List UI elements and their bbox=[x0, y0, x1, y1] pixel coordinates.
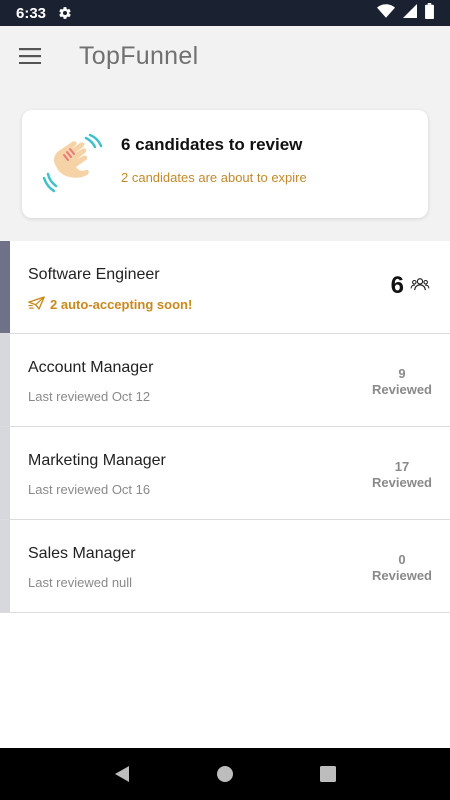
wifi-icon bbox=[377, 3, 395, 23]
job-title: Account Manager bbox=[28, 359, 154, 376]
job-last-reviewed: Last reviewed Oct 16 bbox=[28, 482, 151, 497]
job-status-bar bbox=[0, 334, 10, 426]
job-title: Marketing Manager bbox=[28, 452, 166, 469]
status-time: 6:33 bbox=[16, 4, 47, 22]
reviewed-stat: 0 Reviewed bbox=[372, 552, 432, 584]
reviewed-count: 17 bbox=[394, 459, 410, 474]
home-icon[interactable] bbox=[205, 754, 245, 794]
job-alert-text: 2 auto-accepting soon! bbox=[50, 297, 193, 312]
review-card-title: 6 candidates to review bbox=[121, 135, 303, 154]
list-empty-area bbox=[0, 613, 450, 748]
gear-icon bbox=[58, 6, 72, 20]
reviewed-stat: 17 Reviewed bbox=[372, 459, 432, 491]
job-list: Software Engineer 2 auto-accepting soon!… bbox=[0, 241, 450, 613]
waving-hand-icon bbox=[42, 132, 106, 196]
candidate-count-number: 6 bbox=[390, 272, 404, 299]
job-row-sales-manager[interactable]: Sales Manager Last reviewed null 0 Revie… bbox=[0, 520, 450, 613]
candidate-count: 6 bbox=[391, 272, 430, 300]
status-bar: 6:33 bbox=[0, 0, 450, 26]
app-bar: TopFunnel bbox=[0, 26, 450, 86]
job-status-bar bbox=[0, 427, 10, 519]
app-title: TopFunnel bbox=[79, 41, 199, 70]
job-last-reviewed: Last reviewed Oct 12 bbox=[28, 389, 151, 404]
system-nav-bar bbox=[0, 748, 450, 800]
review-candidates-card[interactable]: 6 candidates to review 2 candidates are … bbox=[22, 110, 428, 218]
job-row-software-engineer[interactable]: Software Engineer 2 auto-accepting soon!… bbox=[0, 241, 450, 334]
battery-icon bbox=[425, 2, 434, 24]
reviewed-label: Reviewed bbox=[372, 568, 432, 583]
hamburger-menu-icon[interactable] bbox=[0, 26, 60, 86]
signal-icon bbox=[403, 3, 417, 23]
job-status-bar bbox=[0, 241, 10, 333]
back-icon[interactable] bbox=[102, 754, 142, 794]
job-status-bar bbox=[0, 520, 10, 612]
people-icon bbox=[410, 277, 430, 296]
recents-icon[interactable] bbox=[308, 754, 348, 794]
job-title: Sales Manager bbox=[28, 545, 136, 562]
reviewed-count: 9 bbox=[398, 366, 406, 381]
reviewed-label: Reviewed bbox=[372, 475, 432, 490]
job-row-account-manager[interactable]: Account Manager Last reviewed Oct 12 9 R… bbox=[0, 334, 450, 427]
reviewed-stat: 9 Reviewed bbox=[372, 366, 432, 398]
review-card-text: 6 candidates to review 2 candidates are … bbox=[121, 135, 307, 185]
job-alert: 2 auto-accepting soon! bbox=[28, 296, 192, 313]
reviewed-count: 0 bbox=[398, 552, 406, 567]
review-card-subtitle: 2 candidates are about to expire bbox=[121, 170, 307, 185]
job-last-reviewed: Last reviewed null bbox=[28, 575, 133, 590]
paper-plane-icon bbox=[28, 296, 45, 313]
reviewed-label: Reviewed bbox=[372, 382, 432, 397]
job-row-marketing-manager[interactable]: Marketing Manager Last reviewed Oct 16 1… bbox=[0, 427, 450, 520]
status-icons bbox=[377, 2, 434, 24]
job-title: Software Engineer bbox=[28, 266, 160, 283]
